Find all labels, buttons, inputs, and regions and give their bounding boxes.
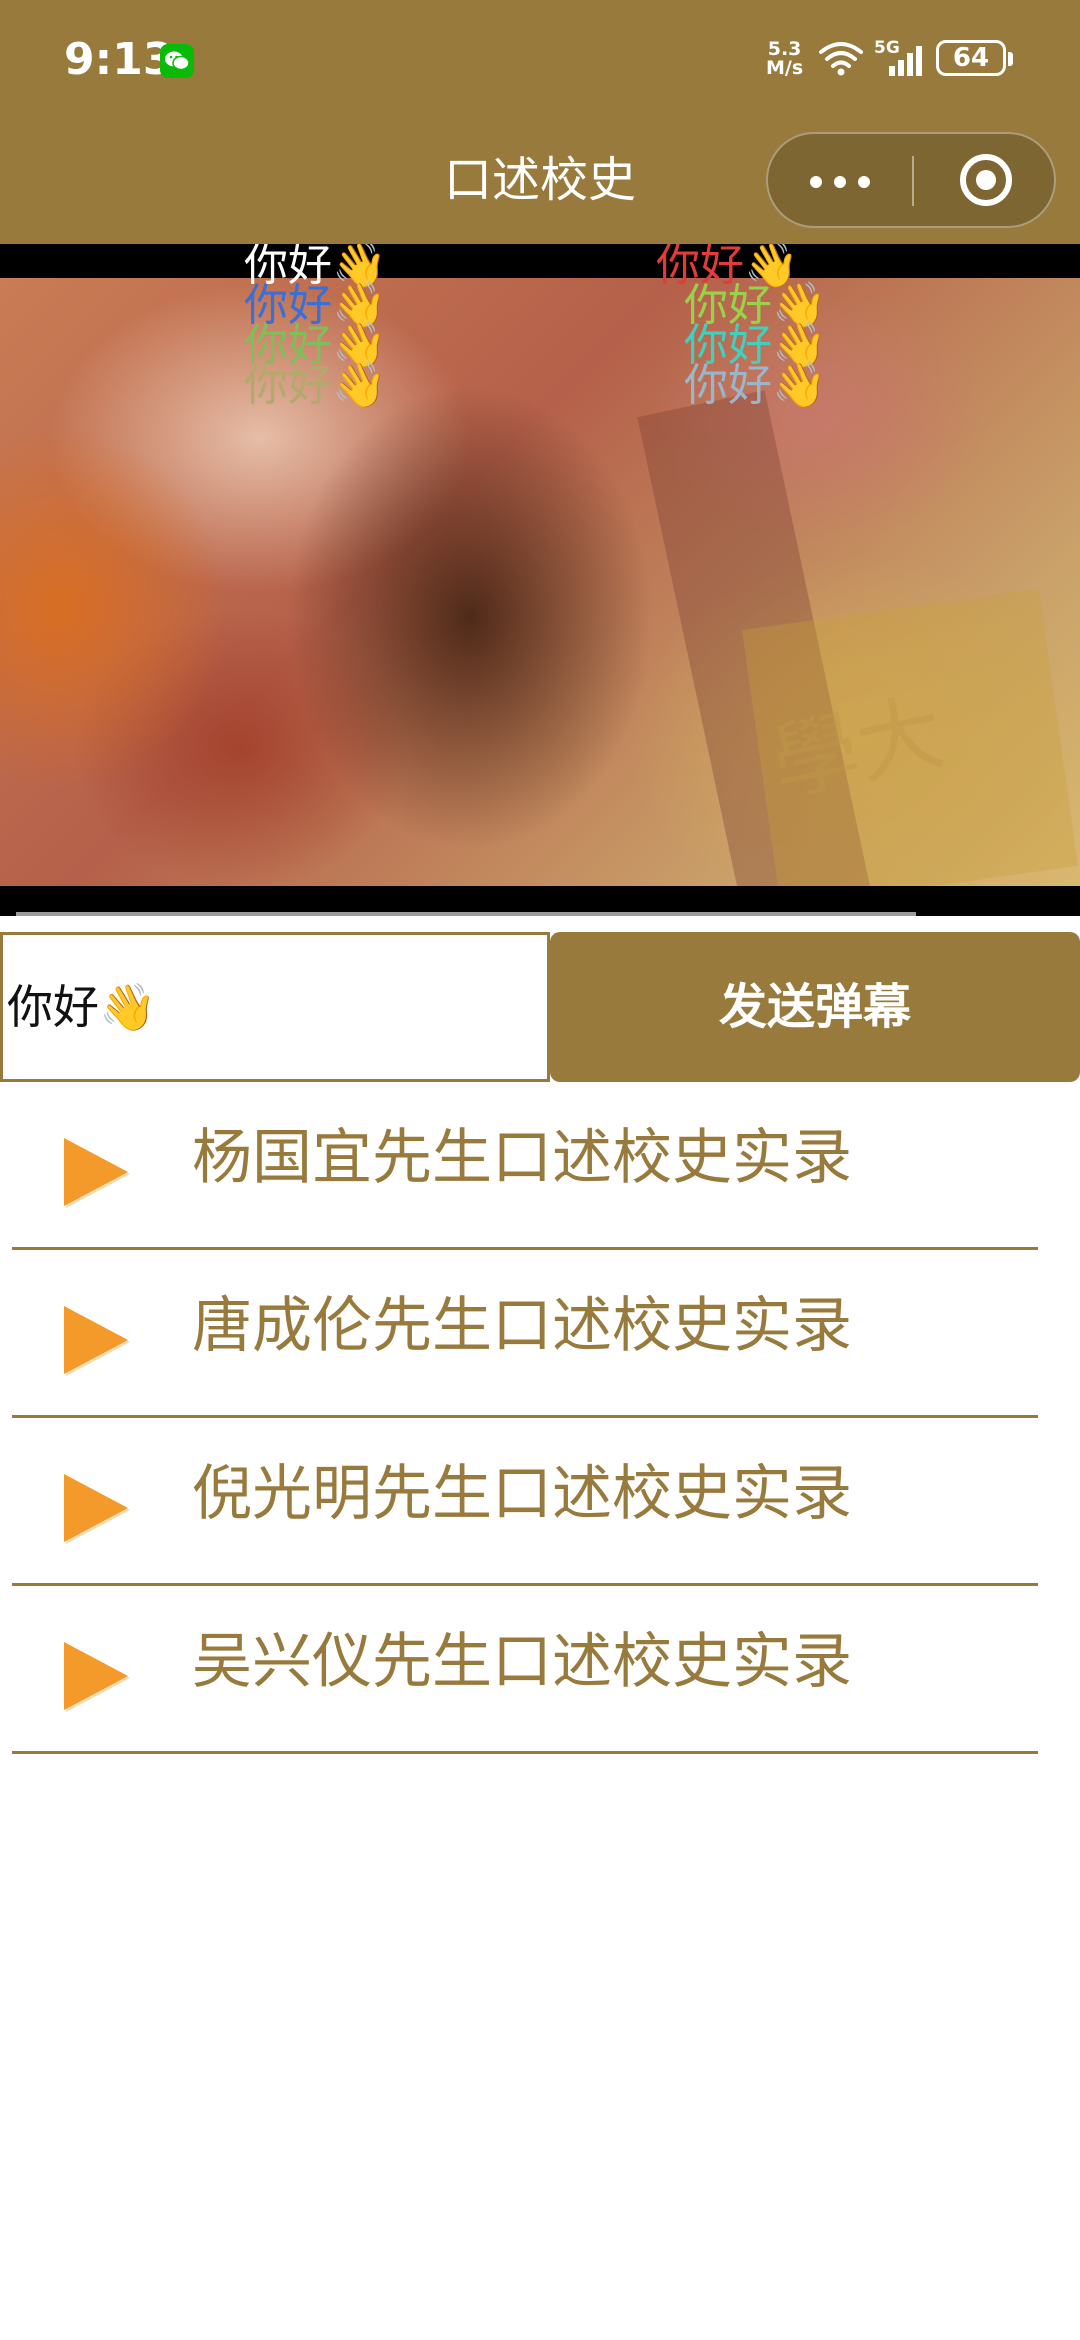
battery-level: 64 xyxy=(952,43,990,73)
status-bar: 9:13 5.3 M/s 5G 64 xyxy=(0,0,1080,120)
list-item[interactable]: 吴兴仪先生口述校史实录 xyxy=(0,1586,1080,1754)
miniprogram-capsule xyxy=(766,132,1056,228)
battery-tip xyxy=(1008,52,1013,66)
list-item-label: 唐成伦先生口述校史实录 xyxy=(192,1291,852,1361)
list-item-label: 吴兴仪先生口述校史实录 xyxy=(192,1627,852,1697)
net-speed: 5.3 M/s xyxy=(766,40,803,78)
video-frame[interactable]: 學大 xyxy=(0,278,1080,886)
list-item[interactable]: 唐成伦先生口述校史实录 xyxy=(0,1250,1080,1418)
play-icon xyxy=(64,1642,130,1712)
play-icon xyxy=(64,1306,130,1376)
list-item[interactable]: 倪光明先生口述校史实录 xyxy=(0,1418,1080,1586)
target-close-icon[interactable] xyxy=(914,134,1056,226)
signal-icon xyxy=(874,38,930,84)
oral-history-list: 杨国宜先生口述校史实录 唐成伦先生口述校史实录 倪光明先生口述校史实录 吴兴仪先… xyxy=(0,1082,1080,1754)
play-icon xyxy=(64,1138,130,1208)
list-item-label: 杨国宜先生口述校史实录 xyxy=(192,1123,852,1193)
wechat-icon xyxy=(160,44,194,78)
battery-icon: 64 xyxy=(936,40,1006,76)
nav-bar: 口述校史 xyxy=(0,120,1080,244)
list-item-label: 倪光明先生口述校史实录 xyxy=(192,1459,852,1529)
danmaku-input[interactable]: 你好👋 xyxy=(0,932,550,1082)
danmaku-item: 你好👋 xyxy=(684,360,827,411)
wifi-icon xyxy=(818,40,864,80)
danmaku-item: 你好👋 xyxy=(244,360,387,411)
video-progress-bar[interactable] xyxy=(16,912,916,916)
send-danmaku-button[interactable]: 发送弹幕 xyxy=(550,932,1080,1082)
status-time: 9:13 xyxy=(64,34,174,85)
more-dots-icon[interactable] xyxy=(768,134,912,226)
play-icon xyxy=(64,1474,130,1544)
danmaku-composer: 你好👋 发送弹幕 xyxy=(0,932,1080,1082)
video-player[interactable]: 學大 你好👋 你好👋 你好👋 你好👋 你好👋 你好👋 你好👋 你好👋 xyxy=(0,244,1080,916)
list-item[interactable]: 杨国宜先生口述校史实录 xyxy=(0,1082,1080,1250)
net-speed-unit: M/s xyxy=(766,57,804,79)
list-divider xyxy=(12,1751,1038,1754)
